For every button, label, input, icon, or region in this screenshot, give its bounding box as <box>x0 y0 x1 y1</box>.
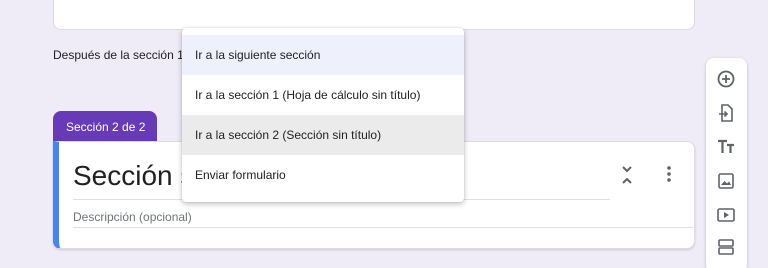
dropdown-option-submit-form[interactable]: Enviar formulario <box>182 155 464 195</box>
more-options-button[interactable] <box>659 163 679 187</box>
description-underline <box>73 227 693 228</box>
add-title-button[interactable] <box>716 137 736 157</box>
add-section-button[interactable] <box>716 237 736 257</box>
add-section-icon <box>718 239 734 255</box>
add-question-button[interactable] <box>716 69 736 89</box>
section-title[interactable]: Sección sin título <box>73 160 183 192</box>
import-questions-button[interactable] <box>716 103 736 123</box>
section-tab-label: Sección 2 de 2 <box>66 120 146 134</box>
after-section-label: Después de la sección 1 <box>53 48 184 62</box>
section-tab: Sección 2 de 2 <box>53 111 157 143</box>
side-toolbar <box>706 58 747 268</box>
dropdown-option-section-1[interactable]: Ir a la sección 1 (Hoja de cálculo sin t… <box>182 75 464 115</box>
section-routing-dropdown[interactable]: Ir a la siguiente sección Ir a la secció… <box>182 28 464 202</box>
add-image-button[interactable] <box>716 171 736 191</box>
add-image-icon <box>718 173 734 189</box>
add-title-icon <box>718 139 734 153</box>
more-vert-icon <box>667 166 671 182</box>
dropdown-option-next-section[interactable]: Ir a la siguiente sección <box>182 35 464 75</box>
add-video-icon <box>717 208 735 222</box>
previous-section-card <box>53 0 695 30</box>
add-circle-icon <box>717 70 735 88</box>
dropdown-option-section-2[interactable]: Ir a la sección 2 (Sección sin título) <box>182 115 464 155</box>
collapse-section-button[interactable] <box>617 163 637 187</box>
import-questions-icon <box>719 104 733 122</box>
collapse-icon <box>622 166 632 184</box>
section-description-field[interactable]: Descripción (opcional) <box>73 210 192 224</box>
add-video-button[interactable] <box>716 205 736 225</box>
